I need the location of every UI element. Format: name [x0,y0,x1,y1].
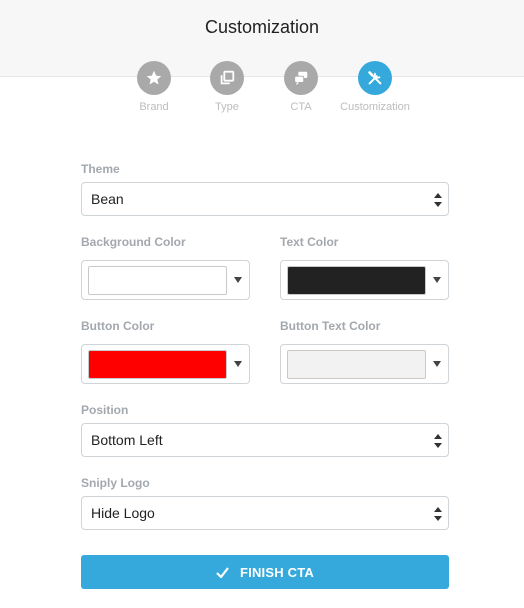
logo-select[interactable]: Hide Logo [81,496,449,530]
button-text-color-swatch [287,350,426,379]
finish-cta-label: FINISH CTA [240,564,314,580]
select-arrows-icon [434,507,442,521]
caret-down-icon [234,277,242,283]
background-color-label: Background Color [81,235,186,249]
caret-down-icon [433,361,441,367]
check-icon [216,566,229,578]
button-color-picker[interactable] [81,344,250,384]
text-color-swatch [287,266,426,295]
text-color-picker[interactable] [280,260,449,300]
star-icon [137,61,171,95]
position-label: Position [81,403,129,417]
button-color-swatch [88,350,227,379]
copy-icon [210,61,244,95]
button-color-label: Button Color [81,319,155,333]
caret-down-icon [234,361,242,367]
theme-select[interactable]: Bean [81,182,449,216]
theme-value: Bean [91,191,124,207]
theme-label: Theme [81,162,120,176]
chat-bubbles-icon [284,61,318,95]
tools-icon [358,61,392,95]
background-color-picker[interactable] [81,260,250,300]
select-arrows-icon [434,434,442,448]
stepper: Brand Type CTA Customization [0,61,524,121]
logo-value: Hide Logo [91,505,155,521]
text-color-label: Text Color [280,235,339,249]
position-value: Bottom Left [91,432,163,448]
button-text-color-picker[interactable] [280,344,449,384]
button-text-color-label: Button Text Color [280,319,381,333]
caret-down-icon [433,277,441,283]
step-customization[interactable]: Customization [330,61,420,113]
page-title: Customization [204,17,320,37]
finish-cta-button[interactable]: FINISH CTA [81,555,449,589]
select-arrows-icon [434,193,442,207]
logo-label: Sniply Logo [81,476,150,490]
position-select[interactable]: Bottom Left [81,423,449,457]
step-label: Customization [340,101,410,113]
background-color-swatch [88,266,227,295]
